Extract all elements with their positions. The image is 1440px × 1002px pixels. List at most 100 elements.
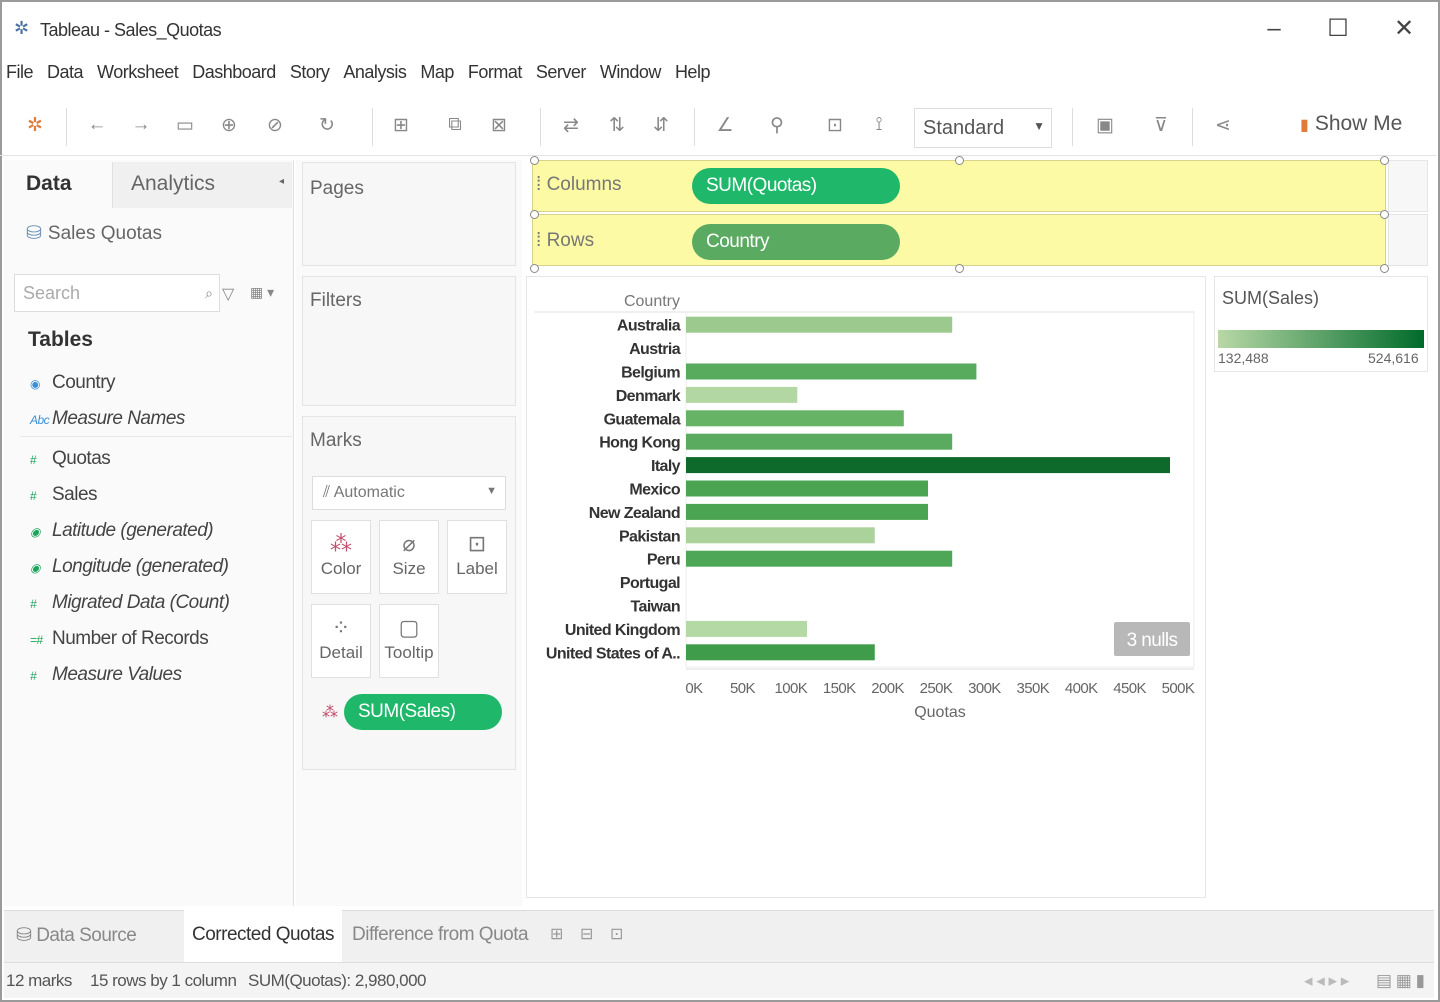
selection-handle[interactable] bbox=[530, 210, 539, 219]
menu-file[interactable]: File bbox=[6, 62, 34, 90]
toolbar-separator bbox=[372, 108, 373, 146]
marks-sum-sales-pill[interactable]: SUM(Sales) bbox=[344, 694, 502, 730]
field-quotas[interactable]: # Quotas bbox=[30, 448, 111, 470]
menu-format[interactable]: Format bbox=[468, 62, 523, 90]
sort-ascending-icon[interactable]: ⇅ bbox=[604, 114, 630, 137]
save-icon[interactable]: ▭ bbox=[172, 114, 198, 137]
menu-help[interactable]: Help bbox=[675, 62, 711, 90]
bar bbox=[686, 316, 953, 333]
columns-sum-quotas-pill[interactable]: SUM(Quotas) bbox=[692, 168, 900, 204]
field-label: Country bbox=[52, 372, 116, 393]
bar bbox=[686, 503, 928, 520]
menu-analysis[interactable]: Analysis bbox=[343, 62, 407, 90]
rows-country-pill[interactable]: Country bbox=[692, 224, 900, 260]
row-label: Denmark bbox=[616, 388, 681, 405]
selection-handle[interactable] bbox=[1380, 210, 1389, 219]
group-icon[interactable]: ⚲ bbox=[764, 114, 790, 137]
maximize-button[interactable]: ☐ bbox=[1318, 14, 1358, 44]
field-country[interactable]: ◉ Country bbox=[30, 372, 116, 394]
tab-data[interactable]: Data bbox=[26, 172, 72, 196]
redo-icon[interactable]: → bbox=[128, 114, 154, 136]
field-number-of-records[interactable]: =# Number of Records bbox=[30, 628, 209, 650]
field-sales[interactable]: # Sales bbox=[30, 484, 98, 506]
mark-type-select[interactable]: ⫽ Automatic ▼ bbox=[312, 476, 506, 510]
fix-axes-icon[interactable]: ⟟ bbox=[866, 114, 892, 136]
new-dashboard-tab-icon[interactable]: ⊟ bbox=[572, 910, 601, 962]
menu-window[interactable]: Window bbox=[600, 62, 662, 90]
sheet-tab-corrected-quotas[interactable]: Corrected Quotas bbox=[184, 910, 342, 962]
duplicate-sheet-icon[interactable]: ⧉ bbox=[442, 114, 468, 136]
data-source-item[interactable]: ⛁ Sales Quotas bbox=[26, 222, 162, 245]
label-button[interactable]: ⊡ Label bbox=[447, 520, 507, 594]
menu-worksheet[interactable]: Worksheet bbox=[97, 62, 179, 90]
show-cards-icon[interactable]: ▣ bbox=[1092, 114, 1118, 137]
show-labels-icon[interactable]: ⊡ bbox=[822, 114, 848, 137]
sheet-tab-difference-from-quota[interactable]: Difference from Quota bbox=[344, 910, 536, 962]
selection-handle[interactable] bbox=[1380, 156, 1389, 165]
selection-handle[interactable] bbox=[530, 264, 539, 273]
menu-server[interactable]: Server bbox=[536, 62, 587, 90]
field-measure-names[interactable]: Abc Measure Names bbox=[30, 408, 185, 430]
clear-sheet-icon[interactable]: ⊠ bbox=[486, 114, 512, 137]
menu-data[interactable]: Data bbox=[47, 62, 84, 90]
geo-icon: ◉ bbox=[30, 561, 40, 575]
rows-label-text: Rows bbox=[546, 230, 595, 251]
share-icon[interactable]: ⋖ bbox=[1210, 114, 1236, 137]
x-tick-label: 300K bbox=[968, 680, 1001, 697]
field-longitude[interactable]: ◉ Longitude (generated) bbox=[30, 556, 229, 578]
columns-shelf[interactable] bbox=[532, 160, 1386, 212]
search-placeholder: Search bbox=[23, 283, 81, 303]
highlight-icon[interactable]: ∠ bbox=[712, 114, 738, 137]
row-label: Mexico bbox=[629, 482, 680, 499]
row-label: Austria bbox=[629, 341, 681, 358]
search-input[interactable]: Search ⌕ bbox=[14, 274, 220, 312]
selection-handle[interactable] bbox=[955, 156, 964, 165]
filters-card-title: Filters bbox=[310, 290, 362, 311]
minimize-button[interactable]: – bbox=[1254, 14, 1294, 44]
size-button-label: Size bbox=[392, 559, 426, 578]
fit-select[interactable]: Standard ▼ bbox=[914, 108, 1052, 148]
label-icon: ⊡ bbox=[467, 531, 487, 556]
menu-map[interactable]: Map bbox=[420, 62, 454, 90]
filter-icon[interactable]: ▽ bbox=[222, 284, 234, 304]
x-tick-label: 250K bbox=[920, 680, 953, 697]
show-me-button[interactable]: ▮ Show Me bbox=[1300, 112, 1402, 136]
menu-dashboard[interactable]: Dashboard bbox=[192, 62, 276, 90]
new-worksheet-tab-icon[interactable]: ⊞ bbox=[542, 910, 571, 962]
selection-handle[interactable] bbox=[1380, 264, 1389, 273]
row-label: Hong Kong bbox=[599, 435, 680, 452]
pause-updates-icon[interactable]: ⊘ bbox=[262, 114, 288, 137]
refresh-icon[interactable]: ↻ bbox=[314, 114, 340, 137]
row-label: Peru bbox=[647, 552, 680, 569]
rows-shelf[interactable] bbox=[532, 214, 1386, 266]
tableau-logo-icon[interactable]: ✲ bbox=[22, 114, 48, 137]
swap-rows-columns-icon[interactable]: ⇄ bbox=[558, 114, 584, 137]
sheet-sorter-icon[interactable]: ▤ ▦ ▮ bbox=[1376, 971, 1425, 991]
sheet-navigation-icon[interactable]: ◂ ◂ ▸ ▸ bbox=[1304, 971, 1349, 991]
detail-button[interactable]: ⁘ Detail bbox=[311, 604, 371, 678]
close-button[interactable]: ✕ bbox=[1384, 14, 1424, 44]
field-latitude[interactable]: ◉ Latitude (generated) bbox=[30, 520, 214, 542]
sort-descending-icon[interactable]: ⇵ bbox=[648, 114, 674, 137]
field-measure-values[interactable]: # Measure Values bbox=[30, 664, 182, 686]
field-migrated-data[interactable]: # Migrated Data (Count) bbox=[30, 592, 230, 614]
new-worksheet-icon[interactable]: ⊞ bbox=[388, 114, 414, 137]
selection-handle[interactable] bbox=[955, 264, 964, 273]
color-encoding-icon: ⁂ bbox=[322, 704, 338, 721]
tooltip-button[interactable]: ▢ Tooltip bbox=[379, 604, 439, 678]
size-button[interactable]: ⌀ Size bbox=[379, 520, 439, 594]
menu-story[interactable]: Story bbox=[290, 62, 330, 90]
pane-menu-icon[interactable]: ◂ bbox=[279, 176, 284, 187]
data-source-tab[interactable]: ⛁ Data Source bbox=[8, 910, 144, 962]
bar bbox=[686, 644, 875, 661]
presentation-mode-icon[interactable]: ⊽ bbox=[1148, 114, 1174, 137]
selection-handle[interactable] bbox=[530, 156, 539, 165]
tab-analytics[interactable]: Analytics ◂ bbox=[112, 162, 292, 208]
undo-icon[interactable]: ← bbox=[84, 114, 110, 136]
view-options-icon[interactable]: ▦ ▾ bbox=[250, 284, 274, 301]
new-story-tab-icon[interactable]: ⊡ bbox=[602, 910, 631, 962]
new-data-source-icon[interactable]: ⊕ bbox=[216, 114, 242, 137]
tooltip-button-label: Tooltip bbox=[384, 643, 434, 662]
bar bbox=[686, 363, 977, 380]
color-button[interactable]: ⁂ Color bbox=[311, 520, 371, 594]
